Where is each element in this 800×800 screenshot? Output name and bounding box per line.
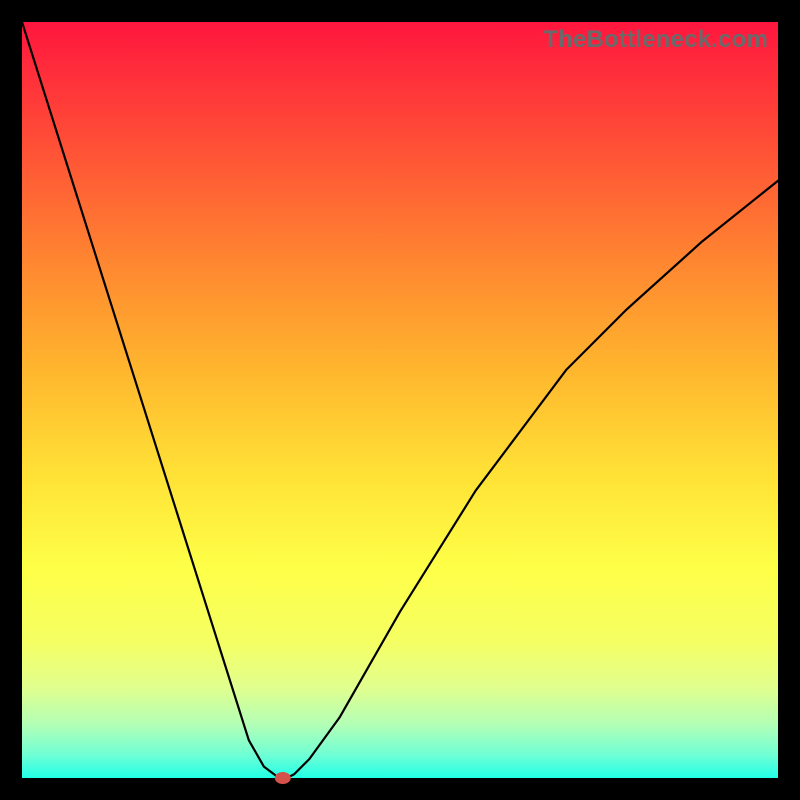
bottleneck-curve [22, 22, 778, 778]
chart-overlay [22, 22, 778, 778]
plot-area: TheBottleneck.com [22, 22, 778, 778]
optimal-point-marker [275, 772, 291, 784]
chart-frame: TheBottleneck.com [0, 0, 800, 800]
